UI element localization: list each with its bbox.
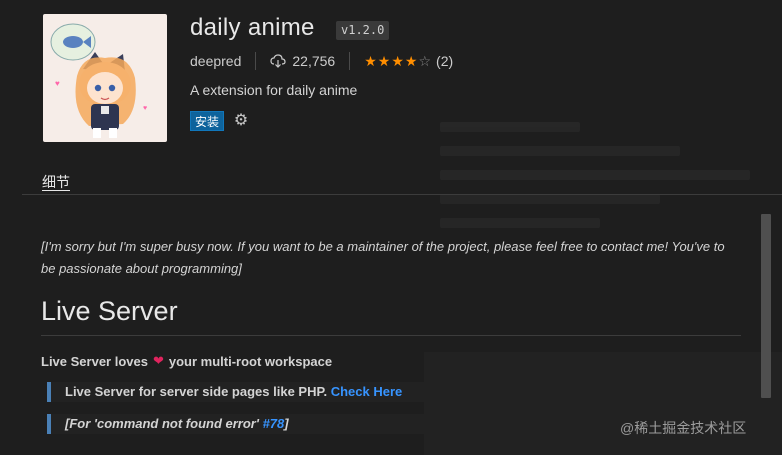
star-icon: ★ bbox=[391, 53, 404, 69]
svg-text:♥: ♥ bbox=[55, 79, 60, 88]
meta-divider bbox=[349, 52, 351, 70]
extension-title: daily anime bbox=[190, 14, 315, 41]
heart-icon: ❤ bbox=[152, 353, 164, 368]
star-empty-icon: ☆ bbox=[418, 53, 432, 69]
publisher-name[interactable]: deepred bbox=[190, 53, 241, 69]
extension-header: ♥ ♥ daily anime v1.2.0 deepred 22,756 ★ … bbox=[0, 0, 782, 165]
quote-php-text: Live Server for server side pages like P… bbox=[65, 384, 328, 399]
loves-suffix: your multi-root workspace bbox=[168, 353, 333, 369]
readme-note: [I'm sorry but I'm super busy now. If yo… bbox=[41, 239, 725, 276]
scrollbar[interactable] bbox=[761, 214, 771, 398]
tabs-divider bbox=[22, 194, 782, 195]
check-here-link[interactable]: Check Here bbox=[331, 384, 403, 399]
meta-divider bbox=[255, 52, 257, 70]
extension-meta: deepred 22,756 ★ ★ ★ ★ ☆ (2) bbox=[190, 51, 453, 71]
readme-heading: Live Server bbox=[41, 296, 741, 336]
tab-details[interactable]: 细节 bbox=[42, 174, 70, 190]
quote-error-text: [For 'command not found error' bbox=[65, 416, 259, 431]
star-icon: ★ bbox=[404, 53, 418, 69]
svg-text:♥: ♥ bbox=[143, 105, 147, 112]
blockquote-php: Live Server for server side pages like P… bbox=[47, 382, 741, 402]
anime-girl-logo: ♥ ♥ bbox=[43, 14, 167, 142]
rating-stars[interactable]: ★ ★ ★ ★ ☆ (2) bbox=[364, 53, 453, 69]
loves-prefix: Live Server loves bbox=[41, 353, 148, 369]
readme-content: [I'm sorry but I'm super busy now. If yo… bbox=[41, 236, 741, 434]
star-icon: ★ bbox=[364, 53, 377, 69]
quote-error-close: ] bbox=[284, 416, 289, 431]
rating-count: (2) bbox=[436, 53, 454, 69]
readme-loves-line: Live Server loves ❤ your multi-root work… bbox=[41, 353, 741, 369]
install-count: 22,756 bbox=[270, 53, 335, 69]
watermark: @稀土掘金技术社区 bbox=[620, 420, 747, 436]
cloud-download-icon bbox=[270, 54, 286, 68]
star-icon: ★ bbox=[377, 53, 391, 69]
version-badge: v1.2.0 bbox=[336, 21, 390, 40]
issue-78-link[interactable]: #78 bbox=[263, 416, 285, 431]
detail-tabs: 细节 bbox=[42, 172, 70, 192]
install-button[interactable]: 安装 bbox=[190, 111, 224, 131]
gear-icon[interactable]: ⚙ bbox=[232, 112, 250, 130]
install-count-value: 22,756 bbox=[292, 53, 336, 69]
extension-description: A extension for daily anime bbox=[190, 82, 358, 98]
